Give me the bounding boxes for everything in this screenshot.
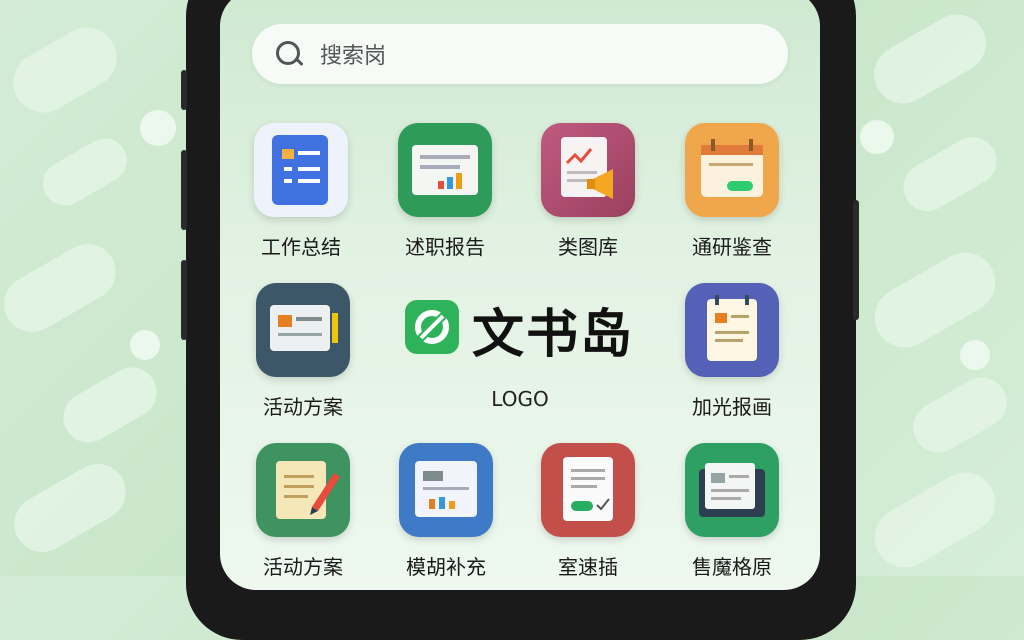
app-label: 通研鉴查 — [692, 235, 772, 259]
chart-doc-icon — [399, 443, 493, 537]
work-summary-icon — [254, 123, 348, 217]
app-library[interactable]: 类图库 — [528, 123, 648, 260]
contract-doc-icon — [541, 443, 635, 537]
presentation-board-icon — [256, 283, 350, 377]
leaf-logo-icon — [405, 300, 459, 354]
app-activity-plan-2[interactable]: 活动方案 — [243, 443, 363, 580]
app-photo[interactable]: 加光报画 — [672, 283, 792, 420]
app-work-summary[interactable]: 工作总结 — [241, 123, 361, 260]
app-archive[interactable]: 售魔格原 — [672, 443, 792, 580]
notepad-icon — [685, 283, 779, 377]
app-template[interactable]: 模胡补充 — [386, 443, 506, 580]
app-label: 述职报告 — [405, 235, 485, 259]
app-label: 加光报画 — [692, 395, 772, 419]
logo-title: 文书岛 — [472, 305, 635, 365]
app-contract[interactable]: 室速插 — [528, 443, 648, 580]
report-icon — [398, 123, 492, 217]
search-icon — [272, 37, 306, 71]
folder-doc-icon — [685, 443, 779, 537]
app-label: 类图库 — [558, 235, 618, 259]
search-placeholder: 搜索岗 — [320, 44, 387, 69]
notepad-pencil-icon — [256, 443, 350, 537]
volume-button — [181, 260, 187, 340]
volume-button — [181, 70, 187, 110]
app-label: 活动方案 — [263, 395, 343, 419]
app-report[interactable]: 述职报告 — [385, 123, 505, 260]
power-button — [853, 200, 859, 320]
app-research[interactable]: 通研鉴查 — [672, 123, 792, 260]
logo-subtitle: LOGO — [491, 387, 549, 411]
volume-button — [181, 150, 187, 230]
search-bar[interactable]: 搜索岗 — [252, 24, 788, 84]
calendar-note-icon — [685, 123, 779, 217]
app-label: 工作总结 — [261, 235, 341, 259]
megaphone-doc-icon — [541, 123, 635, 217]
app-activity-plan-1[interactable]: 活动方案 — [243, 283, 363, 420]
